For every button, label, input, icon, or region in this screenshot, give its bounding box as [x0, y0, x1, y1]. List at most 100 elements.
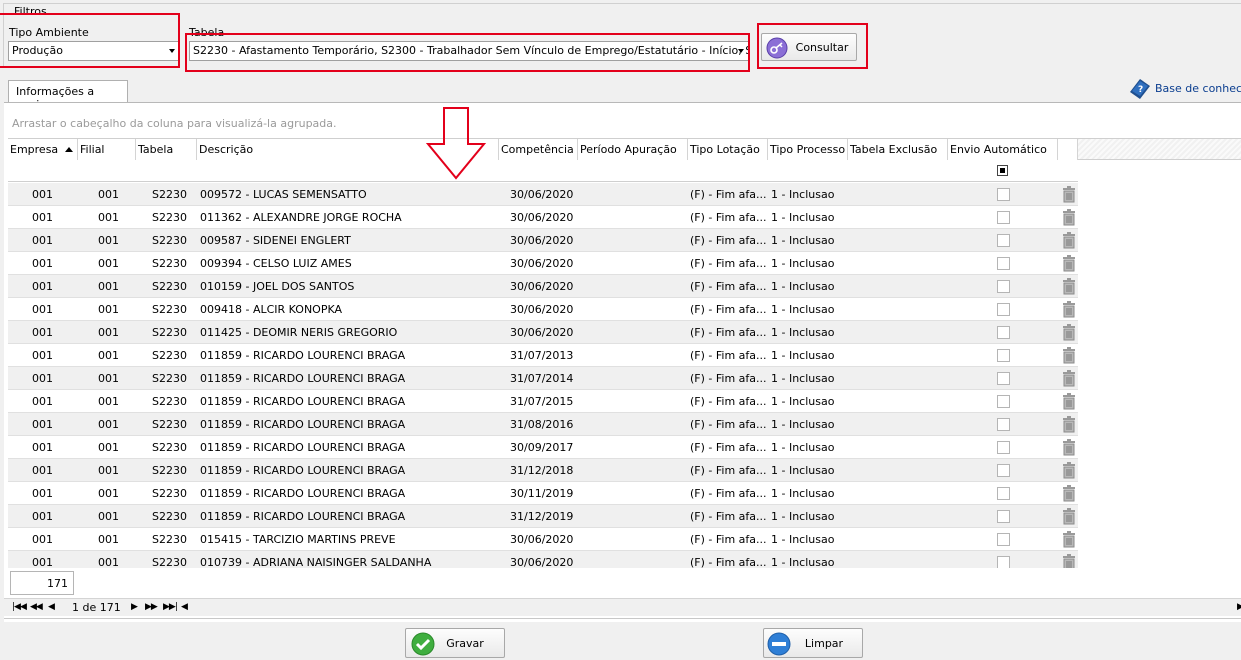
envio-automatico-checkbox[interactable] [997, 188, 1010, 201]
help-link[interactable]: ? Base de conhecim [1129, 78, 1241, 100]
table-row[interactable]: 001 001 S2230 010159 - JOEL DOS SANTOS 30/06… [8, 275, 1078, 298]
trash-icon[interactable] [1061, 393, 1077, 410]
envio-automatico-checkbox[interactable] [997, 418, 1010, 431]
trash-icon[interactable] [1061, 255, 1077, 272]
prev-page-icon[interactable]: ◀ [48, 602, 55, 612]
cell-competencia: 30/06/2020 [510, 303, 574, 316]
gravar-button[interactable]: Gravar [405, 628, 505, 658]
envio-automatico-checkbox[interactable] [997, 556, 1010, 568]
envio-automatico-checkbox[interactable] [997, 211, 1010, 224]
envio-automatico-checkbox[interactable] [997, 372, 1010, 385]
next-page-group-icon[interactable]: ▶▶ [145, 602, 158, 612]
table-row[interactable]: 001 001 S2230 009572 - LUCAS SEMENSATTO 30/0… [8, 183, 1078, 206]
col-header-empresa[interactable]: Empresa [8, 139, 78, 160]
table-row[interactable]: 001 001 S2230 011859 - RICARDO LOURENCI BRA… [8, 413, 1078, 436]
col-header-periodo-apuracao[interactable]: Período Apuração [578, 139, 688, 160]
envio-automatico-checkbox[interactable] [997, 303, 1010, 316]
envio-automatico-checkbox[interactable] [997, 510, 1010, 523]
next-page-icon[interactable]: ▶ [131, 602, 138, 612]
trash-icon[interactable] [1061, 531, 1077, 548]
trash-icon[interactable] [1061, 186, 1077, 203]
cell-tipo-processo: 1 - Inclusao [771, 372, 835, 385]
prev-page-group-icon[interactable]: ◀◀ [30, 602, 43, 612]
col-header-competencia[interactable]: Competência [499, 139, 578, 160]
cell-empresa: 001 [32, 441, 53, 454]
cell-empresa: 001 [32, 188, 53, 201]
envio-automatico-checkbox[interactable] [997, 326, 1010, 339]
group-by-panel[interactable]: Arrastar o cabeçalho da coluna para visu… [4, 103, 1241, 139]
annotation-box-tabela [185, 33, 750, 72]
last-page-icon[interactable]: ▶▶| [163, 602, 178, 612]
first-page-icon[interactable]: |◀◀ [12, 602, 27, 612]
envio-automatico-checkbox[interactable] [997, 257, 1010, 270]
table-row[interactable]: 001 001 S2230 011425 - DEOMIR NERIS GREGORI… [8, 321, 1078, 344]
col-header-filial[interactable]: Filial [78, 139, 136, 160]
table-row[interactable]: 001 001 S2230 011859 - RICARDO LOURENCI BRA… [8, 482, 1078, 505]
cell-tipo-lotacao: (F) - Fim afa... [690, 395, 767, 408]
cell-descricao: 011859 - RICARDO LOURENCI BRAGA [200, 349, 406, 362]
col-header-tipo-lotacao[interactable]: Tipo Lotação [688, 139, 768, 160]
cell-tipo-lotacao: (F) - Fim afa... [690, 372, 767, 385]
table-row[interactable]: 001 001 S2230 011859 - RICARDO LOURENCI BRA… [8, 367, 1078, 390]
col-header-tabela[interactable]: Tabela [136, 139, 197, 160]
record-count: 171 [10, 571, 74, 595]
table-row[interactable]: 001 001 S2230 011362 - ALEXANDRE JORGE ROCH… [8, 206, 1078, 229]
cell-tipo-processo: 1 - Inclusao [771, 395, 835, 408]
col-header-tabela-exclusao[interactable]: Tabela Exclusão [848, 139, 948, 160]
cell-competencia: 31/07/2014 [510, 372, 574, 385]
table-row[interactable]: 001 001 S2230 011859 - RICARDO LOURENCI BRA… [8, 436, 1078, 459]
envio-automatico-filter-checkbox[interactable] [997, 165, 1008, 176]
col-header-envio-automatico[interactable]: Envio Automático [948, 139, 1058, 160]
envio-automatico-checkbox[interactable] [997, 395, 1010, 408]
table-row[interactable]: 001 001 S2230 011859 - RICARDO LOURENCI BRA… [8, 344, 1078, 367]
cell-competencia: 30/06/2020 [510, 234, 574, 247]
envio-automatico-checkbox[interactable] [997, 441, 1010, 454]
cell-competencia: 30/06/2020 [510, 326, 574, 339]
table-row[interactable]: 001 001 S2230 009587 - SIDENEI ENGLERT 30/06… [8, 229, 1078, 252]
envio-automatico-checkbox[interactable] [997, 464, 1010, 477]
trash-icon[interactable] [1061, 554, 1077, 568]
envio-automatico-checkbox[interactable] [997, 234, 1010, 247]
cell-tipo-processo: 1 - Inclusao [771, 349, 835, 362]
trash-icon[interactable] [1061, 416, 1077, 433]
table-row[interactable]: 001 001 S2230 009418 - ALCIR KONOPKA 30/06/2… [8, 298, 1078, 321]
trash-icon[interactable] [1061, 485, 1077, 502]
trash-icon[interactable] [1061, 232, 1077, 249]
cell-filial: 001 [98, 234, 119, 247]
table-row[interactable]: 001 001 S2230 011859 - RICARDO LOURENCI BRA… [8, 459, 1078, 482]
trash-icon[interactable] [1061, 508, 1077, 525]
scroll-right-icon[interactable]: ▶ [1237, 602, 1241, 612]
table-row[interactable]: 001 001 S2230 009394 - CELSO LUIZ AMES 30/06… [8, 252, 1078, 275]
cell-descricao: 009587 - SIDENEI ENGLERT [200, 234, 351, 247]
envio-automatico-checkbox[interactable] [997, 533, 1010, 546]
trash-icon[interactable] [1061, 370, 1077, 387]
trash-icon[interactable] [1061, 301, 1077, 318]
table-row[interactable]: 001 001 S2230 011859 - RICARDO LOURENCI BRA… [8, 505, 1078, 528]
trash-icon[interactable] [1061, 462, 1077, 479]
cell-competencia: 30/06/2020 [510, 280, 574, 293]
trash-icon[interactable] [1061, 347, 1077, 364]
col-header-tipo-processo[interactable]: Tipo Processo [768, 139, 848, 160]
cell-descricao: 011425 - DEOMIR NERIS GREGORIO [200, 326, 398, 339]
trash-icon[interactable] [1061, 278, 1077, 295]
table-row[interactable]: 001 001 S2230 010739 - ADRIANA NAISINGER SA… [8, 551, 1078, 568]
cell-tabela: S2230 [152, 418, 187, 431]
trash-icon[interactable] [1061, 439, 1077, 456]
cell-descricao: 011859 - RICARDO LOURENCI BRAGA [200, 510, 406, 523]
separator [4, 618, 1241, 619]
cell-tipo-processo: 1 - Inclusao [771, 303, 835, 316]
envio-automatico-checkbox[interactable] [997, 349, 1010, 362]
envio-automatico-checkbox[interactable] [997, 487, 1010, 500]
cell-descricao: 015415 - TARCIZIO MARTINS PREVE [200, 533, 396, 546]
limpar-button[interactable]: Limpar [763, 628, 863, 658]
table-row[interactable]: 001 001 S2230 011859 - RICARDO LOURENCI BRA… [8, 390, 1078, 413]
trash-icon[interactable] [1061, 324, 1077, 341]
tab-informacoes-enviar[interactable]: Informações a enviar [8, 80, 128, 111]
trash-icon[interactable] [1061, 209, 1077, 226]
cell-tipo-processo: 1 - Inclusao [771, 464, 835, 477]
table-row[interactable]: 001 001 S2230 015415 - TARCIZIO MARTINS PRE… [8, 528, 1078, 551]
cell-empresa: 001 [32, 372, 53, 385]
cell-tabela: S2230 [152, 372, 187, 385]
scroll-left-icon[interactable]: ◀ [181, 602, 188, 612]
envio-automatico-checkbox[interactable] [997, 280, 1010, 293]
